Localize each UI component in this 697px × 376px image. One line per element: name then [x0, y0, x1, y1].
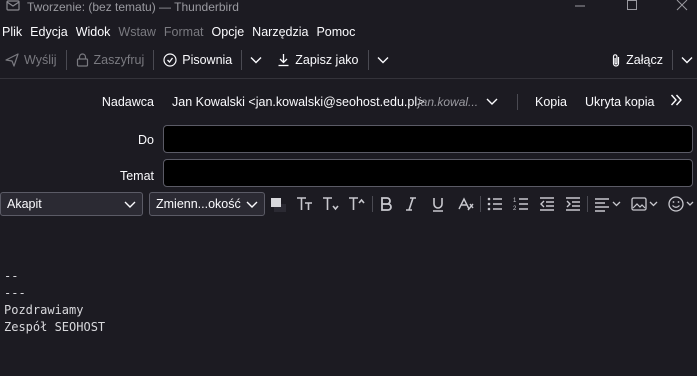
emoji-icon[interactable] [667, 193, 697, 215]
text-color-icon[interactable] [268, 193, 288, 215]
toolbar-separator [241, 50, 243, 70]
chevron-down-icon [124, 197, 136, 214]
cc-button[interactable]: Kopia [535, 95, 567, 109]
download-icon [278, 54, 289, 67]
encrypt-button[interactable]: Zaszyfruj [71, 48, 150, 72]
window-title: Tworzenie: (bez tematu) — Thunderbird [27, 0, 239, 14]
font-select[interactable]: Zmienn...okość [149, 192, 265, 216]
remove-formatting-icon[interactable] [456, 193, 476, 215]
save-as-button[interactable]: Zapisz jako [272, 48, 363, 72]
more-fields-icon[interactable] [670, 93, 683, 109]
from-label: Nadawca [101, 95, 154, 109]
chevron-down-icon [681, 57, 693, 64]
title-bar: Tworzenie: (bez tematu) — Thunderbird [0, 0, 697, 19]
compose-toolbar: Wyślij Zaszyfruj Pisownia Zapisz jako Za… [0, 45, 697, 75]
font-value: Zmienn...okość [156, 197, 241, 211]
toolbar-divider [0, 78, 697, 79]
menu-insert[interactable]: Wstaw [118, 25, 156, 39]
bold-icon[interactable] [376, 193, 396, 215]
bcc-button[interactable]: Ukryta kopia [585, 95, 654, 109]
close-icon[interactable] [672, 0, 692, 14]
spelling-label: Pisownia [182, 53, 233, 67]
menu-file[interactable]: Plik [2, 25, 22, 39]
menu-options[interactable]: Opcje [212, 25, 245, 39]
spelling-button[interactable]: Pisownia [158, 48, 237, 72]
format-toolbar: Akapit Zmienn...okość 12 [0, 191, 697, 217]
align-menu-icon[interactable] [593, 193, 623, 215]
chevron-down-icon [250, 57, 262, 64]
outdent-icon[interactable] [537, 193, 557, 215]
save-as-label: Zapisz jako [295, 53, 359, 67]
format-separator [372, 196, 373, 212]
spellcheck-icon [163, 53, 177, 67]
send-label: Wyślij [24, 53, 57, 67]
menu-format[interactable]: Format [164, 25, 204, 39]
header-separator [517, 94, 518, 110]
numbered-list-icon[interactable]: 12 [511, 193, 531, 215]
attach-dropdown-button[interactable] [677, 48, 697, 72]
encrypt-label: Zaszyfruj [93, 53, 145, 67]
format-separator [480, 196, 481, 212]
chevron-down-icon [377, 57, 388, 64]
insert-image-icon[interactable] [630, 193, 660, 215]
menu-tools[interactable]: Narzędzia [252, 25, 308, 39]
thunderbird-icon [6, 0, 20, 12]
maximize-icon[interactable] [622, 0, 642, 14]
chevron-down-icon [246, 197, 258, 214]
menu-help[interactable]: Pomoc [316, 25, 355, 39]
format-separator [587, 196, 588, 212]
toolbar-separator [367, 50, 369, 70]
subject-label: Temat [119, 169, 154, 183]
menu-bar: Plik Edycja Widok Wstaw Format Opcje Nar… [0, 21, 697, 43]
to-field[interactable] [163, 125, 693, 153]
italic-icon[interactable] [401, 193, 421, 215]
svg-text:2: 2 [513, 206, 517, 212]
message-body-editor[interactable]: -- --- Pozdrawiamy Zespół SEOHOST [0, 220, 697, 376]
subject-field[interactable] [163, 159, 693, 187]
attach-label: Załącz [626, 53, 663, 67]
menu-view[interactable]: Widok [76, 25, 111, 39]
menu-edit[interactable]: Edycja [30, 25, 68, 39]
send-icon [5, 53, 19, 67]
font-size-larger-icon[interactable] [347, 193, 367, 215]
lock-icon [76, 53, 88, 67]
to-label: Do [138, 133, 154, 147]
toolbar-separator [672, 50, 673, 70]
indent-icon[interactable] [563, 193, 583, 215]
minimize-icon[interactable] [570, 0, 590, 14]
attach-button[interactable]: Załącz [606, 48, 668, 72]
underline-icon[interactable] [428, 193, 448, 215]
paperclip-icon [613, 53, 620, 67]
toolbar-separator [65, 50, 67, 70]
toolbar-separator [153, 50, 155, 70]
signature-text: -- --- Pozdrawiamy Zespół SEOHOST [4, 269, 106, 334]
font-size-smaller-icon[interactable] [321, 193, 341, 215]
send-button[interactable]: Wyślij [0, 48, 62, 72]
chevron-down-icon[interactable] [486, 94, 498, 111]
from-identity[interactable]: jan.kowal... [418, 95, 478, 109]
save-dropdown-button[interactable] [373, 48, 393, 72]
from-select[interactable]: Jan Kowalski <jan.kowalski@seohost.edu.p… [172, 95, 424, 109]
paragraph-format-select[interactable]: Akapit [0, 192, 143, 216]
paragraph-format-value: Akapit [7, 197, 42, 211]
from-row: Nadawca Jan Kowalski <jan.kowalski@seoho… [0, 90, 697, 114]
svg-text:1: 1 [513, 198, 517, 204]
spelling-dropdown-button[interactable] [246, 48, 266, 72]
bulleted-list-icon[interactable] [485, 193, 505, 215]
font-size-default-icon[interactable] [295, 193, 315, 215]
